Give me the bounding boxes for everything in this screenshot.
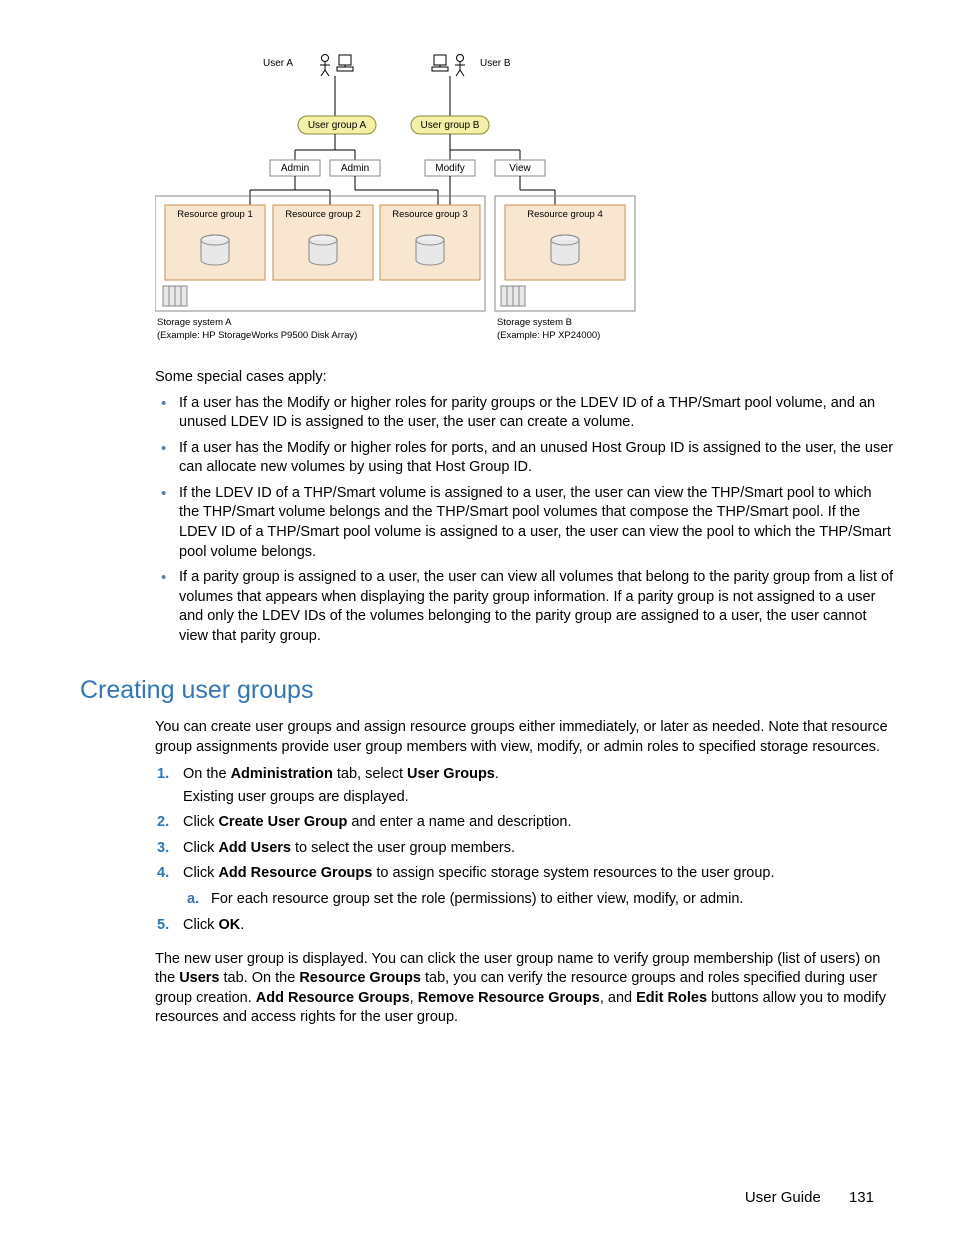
text: . [240,917,244,933]
substeps: For each resource group set the role (pe… [183,890,894,910]
page-number: 131 [849,1189,874,1206]
step-2: Click Create User Group and enter a name… [183,813,894,833]
storage-b-example: (Example: HP XP24000) [497,330,600,341]
storage-a-name: Storage system A [157,317,232,328]
text: tab. On the [220,970,300,986]
bold: User Groups [407,766,495,782]
bold: Remove Resource Groups [418,990,600,1006]
bold: Resource Groups [299,970,421,986]
diagram: User A User B User group A User group B … [155,50,894,350]
text: , [410,990,418,1006]
storage-a-example: (Example: HP StorageWorks P9500 Disk Arr… [157,330,357,341]
list-item: If a parity group is assigned to a user,… [179,568,894,646]
label-modify: Modify [435,163,464,174]
list-item: If a user has the Modify or higher roles… [179,439,894,478]
bold: OK [218,917,240,933]
special-intro: Some special cases apply: [155,368,894,388]
special-cases-block: Some special cases apply: If a user has … [155,368,894,646]
closing-paragraph: The new user group is displayed. You can… [155,950,894,1028]
creating-user-groups-body: You can create user groups and assign re… [155,718,894,1028]
steps-list: On the Administration tab, select User G… [155,765,894,935]
text: Click [183,840,218,856]
section-heading: Creating user groups [80,674,894,708]
text: On the [183,766,231,782]
label-rg3: Resource group 3 [392,209,468,220]
list-item: If the LDEV ID of a THP/Smart volume is … [179,484,894,562]
text: . [495,766,499,782]
diagram-svg: User A User B User group A User group B … [155,50,675,350]
storage-b-name: Storage system B [497,317,572,328]
step-4a: For each resource group set the role (pe… [211,890,894,910]
label-user-b: User B [480,58,511,69]
label-rg1: Resource group 1 [177,209,253,220]
list-item: If a user has the Modify or higher roles… [179,394,894,433]
bullet-text: If a parity group is assigned to a user,… [179,569,893,644]
step-5: Click OK. [183,916,894,936]
label-view: View [509,163,531,174]
label-group-b: User group B [421,120,480,131]
bold: Administration [231,766,333,782]
label-group-a: User group A [308,120,367,131]
text: tab, select [333,766,407,782]
bullet-text: If a user has the Modify or higher roles… [179,440,893,476]
bold: Add Users [218,840,291,856]
text: and enter a name and description. [347,814,571,830]
step-3: Click Add Users to select the user group… [183,839,894,859]
page-footer: User Guide 131 [60,1188,894,1208]
text: Click [183,814,218,830]
create-intro: You can create user groups and assign re… [155,718,894,757]
bold: Add Resource Groups [218,865,372,881]
bold: Add Resource Groups [256,990,410,1006]
bold: Create User Group [218,814,347,830]
label-rg4: Resource group 4 [527,209,603,220]
text: , and [600,990,636,1006]
text: Click [183,917,218,933]
text: For each resource group set the role (pe… [211,891,743,907]
label-admin1: Admin [281,163,309,174]
bold: Edit Roles [636,990,707,1006]
text: to select the user group members. [291,840,515,856]
text: to assign specific storage system resour… [372,865,774,881]
bullet-text: If the LDEV ID of a THP/Smart volume is … [179,485,891,560]
step-1-sub: Existing user groups are displayed. [183,788,894,808]
label-rg2: Resource group 2 [285,209,361,220]
step-1: On the Administration tab, select User G… [183,765,894,807]
label-admin2: Admin [341,163,369,174]
text: Click [183,865,218,881]
step-4: Click Add Resource Groups to assign spec… [183,864,894,909]
special-cases-list: If a user has the Modify or higher roles… [155,394,894,647]
bullet-text: If a user has the Modify or higher roles… [179,395,875,431]
footer-label: User Guide [745,1189,821,1206]
bold: Users [179,970,219,986]
label-user-a: User A [263,58,293,69]
